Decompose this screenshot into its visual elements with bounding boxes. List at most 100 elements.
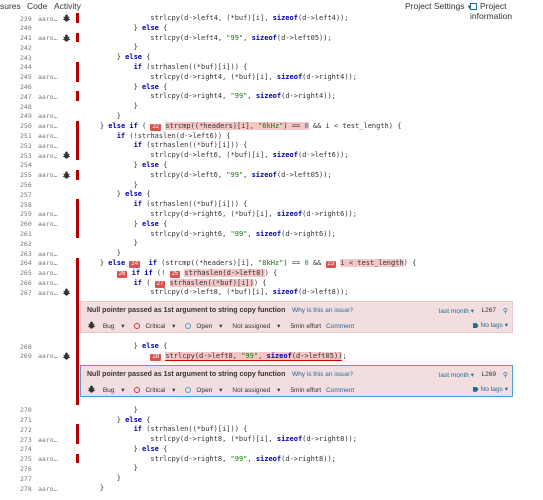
issue-tags[interactable]: No tags ▾ (472, 321, 508, 329)
line-number[interactable]: 272 (20, 426, 34, 434)
line-number[interactable]: 250 (20, 122, 34, 130)
line-number[interactable]: 266 (20, 279, 34, 287)
line-number[interactable]: 243 (20, 54, 34, 62)
issue-severity[interactable]: Critical ▾ (134, 323, 180, 330)
line-number[interactable]: 256 (20, 181, 34, 189)
issue-type[interactable]: Bug ▾ (87, 321, 129, 330)
line-number[interactable]: 245 (20, 73, 34, 81)
issue-comment-link[interactable]: Comment (326, 323, 354, 330)
bug-icon[interactable] (62, 34, 71, 42)
coverage-bar[interactable] (76, 140, 79, 151)
line-number[interactable]: 260 (20, 220, 34, 228)
issue-comment-link[interactable]: Comment (326, 387, 354, 394)
blame-author[interactable]: aaro… (38, 152, 58, 160)
why-is-this-an-issue-link[interactable]: Why is this an issue? (292, 307, 353, 314)
line-number[interactable]: 259 (20, 210, 34, 218)
bug-icon[interactable] (62, 171, 71, 179)
blame-author[interactable]: aaro… (38, 455, 58, 463)
coverage-bar[interactable] (76, 61, 79, 72)
line-number[interactable]: 253 (20, 152, 34, 160)
blame-author[interactable]: aaro… (38, 73, 58, 81)
blame-author[interactable]: aaro… (38, 171, 58, 179)
project-settings-menu[interactable]: Project Settings ▼ (405, 1, 472, 11)
line-number[interactable]: 261 (20, 230, 34, 238)
line-number[interactable]: 276 (20, 465, 34, 473)
coverage-bar[interactable] (76, 287, 79, 298)
issue-message[interactable]: Null pointer passed as 1st argument to s… (87, 371, 285, 378)
blame-author[interactable]: aaro… (38, 15, 58, 23)
coverage-bar[interactable] (76, 91, 79, 102)
bug-icon[interactable] (62, 288, 71, 296)
blame-author[interactable]: aaro… (38, 34, 58, 42)
coverage-bar[interactable] (76, 228, 79, 239)
nav-activity[interactable]: Activity (54, 1, 81, 11)
permalink-icon[interactable]: ⚲ (503, 371, 508, 379)
issue-box[interactable]: Null pointer passed as 1st argument to s… (80, 364, 513, 397)
line-number[interactable]: 246 (20, 83, 34, 91)
line-number[interactable]: 252 (20, 142, 34, 150)
line-number[interactable]: 268 (20, 343, 34, 351)
issue-message[interactable]: Null pointer passed as 1st argument to s… (87, 307, 285, 314)
blame-author[interactable]: aaro… (38, 436, 58, 444)
coverage-bar[interactable] (76, 424, 79, 435)
issue-type[interactable]: Bug ▾ (87, 385, 129, 394)
permalink-icon[interactable]: ⚲ (503, 307, 508, 315)
coverage-bar[interactable] (76, 32, 79, 43)
line-number[interactable]: 264 (20, 259, 34, 267)
blame-author[interactable]: aaro… (38, 279, 58, 287)
coverage-bar[interactable] (76, 297, 79, 342)
blame-author[interactable]: aaro… (38, 210, 58, 218)
line-number[interactable]: 271 (20, 416, 34, 424)
line-number[interactable]: 270 (20, 406, 34, 414)
bug-icon[interactable] (62, 151, 71, 159)
blame-author[interactable]: aaro… (38, 132, 58, 140)
line-number[interactable]: 257 (20, 191, 34, 199)
issue-status[interactable]: Open ▾ (185, 386, 227, 394)
line-number[interactable]: 242 (20, 44, 34, 52)
line-number[interactable]: 247 (20, 93, 34, 101)
issue-date[interactable]: last month ▾ (439, 371, 474, 379)
coverage-bar[interactable] (76, 350, 79, 361)
coverage-bar[interactable] (76, 71, 79, 82)
coverage-bar[interactable] (76, 277, 79, 288)
coverage-bar[interactable] (76, 218, 79, 229)
coverage-bar[interactable] (76, 434, 79, 444)
blame-author[interactable]: aaro… (38, 122, 58, 130)
line-number[interactable]: 278 (20, 485, 34, 493)
coverage-bar[interactable] (76, 360, 79, 405)
line-number[interactable]: 275 (20, 455, 34, 463)
issue-box[interactable]: Null pointer passed as 1st argument to s… (80, 301, 513, 334)
line-number[interactable]: 262 (20, 240, 34, 248)
issue-date[interactable]: last month ▾ (439, 307, 474, 315)
blame-author[interactable]: aaro… (38, 142, 58, 150)
line-number[interactable]: 255 (20, 171, 34, 179)
coverage-bar[interactable] (76, 208, 79, 219)
line-number[interactable]: 265 (20, 269, 34, 277)
issue-tags[interactable]: No tags ▾ (472, 385, 508, 393)
issue-status[interactable]: Open ▾ (185, 323, 227, 330)
coverage-bar[interactable] (76, 267, 79, 278)
issue-severity[interactable]: Critical ▾ (134, 386, 180, 394)
bug-icon[interactable] (62, 352, 71, 360)
line-number[interactable]: 267 (20, 289, 34, 297)
bug-icon[interactable] (62, 14, 71, 22)
blame-author[interactable]: aaro… (38, 289, 58, 297)
coverage-bar[interactable] (76, 130, 79, 141)
line-number[interactable]: 263 (20, 250, 34, 258)
coverage-bar[interactable] (76, 150, 79, 160)
coverage-bar[interactable] (76, 199, 79, 209)
blame-author[interactable]: aaro… (38, 259, 58, 267)
line-number[interactable]: 251 (20, 132, 34, 140)
line-number[interactable]: 241 (20, 34, 34, 42)
line-number[interactable]: 254 (20, 161, 34, 169)
coverage-bar[interactable] (76, 453, 79, 464)
coverage-bar[interactable] (76, 13, 79, 23)
nav-measures[interactable]: sures (0, 1, 21, 11)
line-number[interactable]: 274 (20, 445, 34, 453)
blame-author[interactable]: aaro… (38, 112, 58, 120)
line-number[interactable]: 244 (20, 63, 34, 71)
blame-author[interactable]: aaro… (38, 485, 58, 493)
issue-assignee[interactable]: Not assigned ▾ (232, 387, 285, 394)
line-number[interactable]: 240 (20, 24, 34, 32)
line-number[interactable]: 258 (20, 201, 34, 209)
